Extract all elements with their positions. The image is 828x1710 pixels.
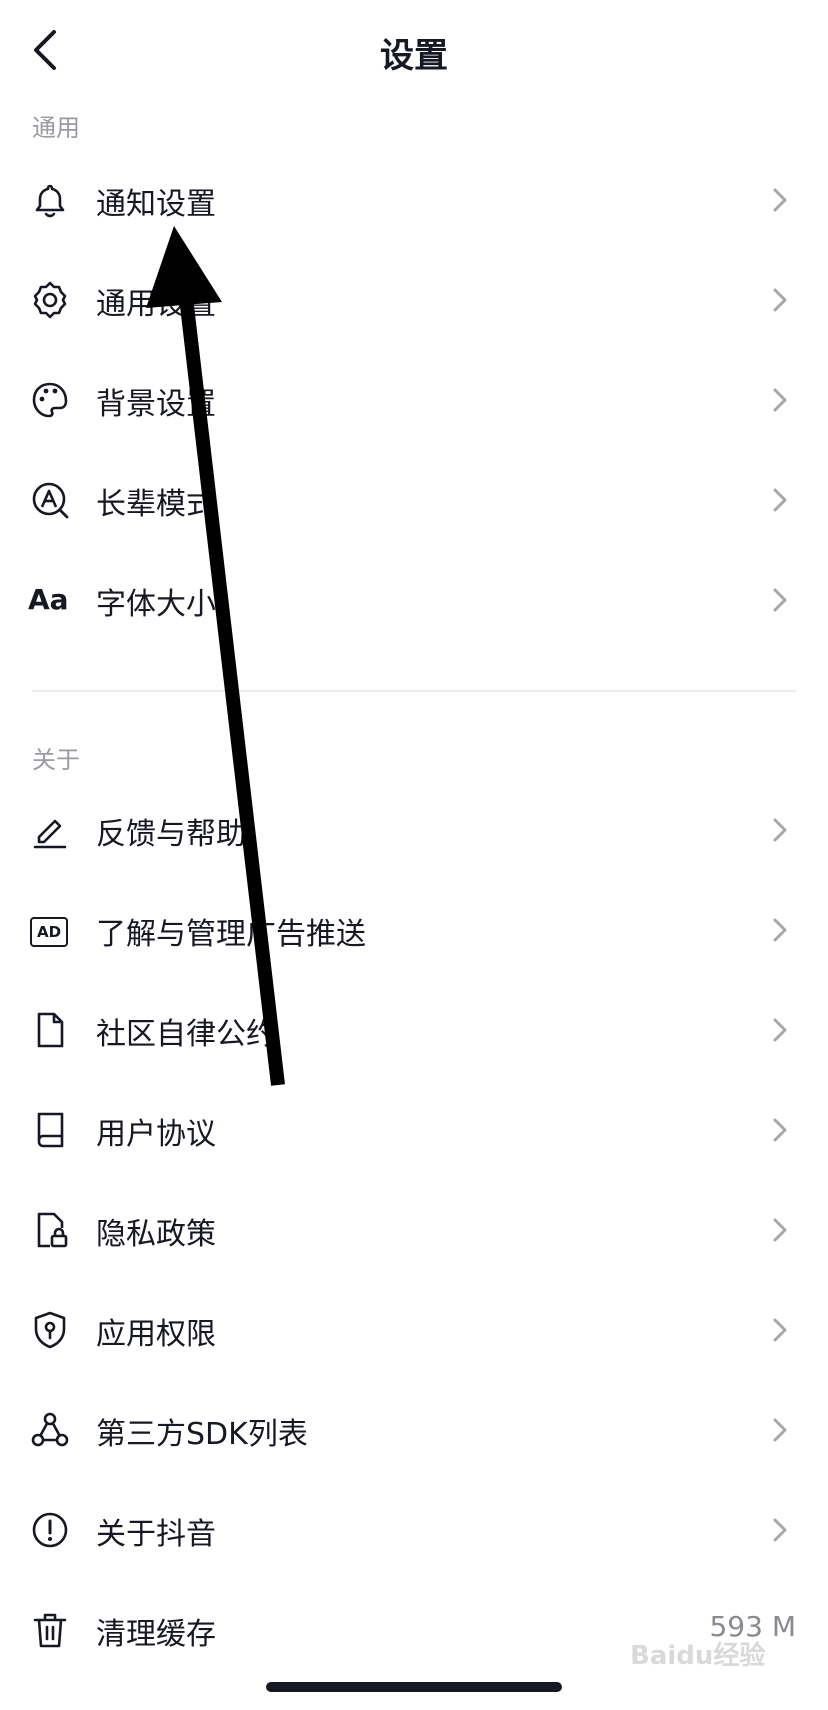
settings-item-third-party-sdk[interactable]: 第三方SDK列表 [0,1380,828,1480]
settings-item-label: 社区自律公约 [96,1017,276,1052]
settings-item-notifications[interactable]: 通知设置 [0,150,828,250]
settings-item-app-permissions[interactable]: 应用权限 [0,1280,828,1380]
font-size-icon: Aa [28,583,69,616]
chevron-right-icon [773,1218,787,1242]
settings-item-community-rules[interactable]: 社区自律公约 [0,980,828,1080]
settings-item-background[interactable]: 背景设置 [0,350,828,450]
chevron-right-icon [773,1318,787,1342]
settings-item-about-douyin[interactable]: 关于抖音 [0,1480,828,1580]
settings-item-feedback[interactable]: 反馈与帮助 [0,780,828,880]
settings-item-label: 了解与管理广告推送 [96,917,366,952]
shield-icon [34,1311,66,1349]
section-divider [32,690,796,692]
watermark-text: Baidu经验 [630,1641,766,1671]
chevron-right-icon [773,1118,787,1142]
settings-item-label: 通知设置 [96,187,216,222]
sdk-icon [31,1412,69,1447]
settings-item-label: 第三方SDK列表 [96,1417,308,1452]
settings-item-label: 应用权限 [96,1317,216,1352]
trash-icon [33,1613,67,1648]
elder-mode-icon [32,482,69,519]
section-title-general: 通用 [32,114,80,142]
gear-icon [33,281,67,319]
settings-item-ads[interactable]: AD 了解与管理广告推送 [0,880,828,980]
settings-item-privacy-policy[interactable]: 隐私政策 [0,1180,828,1280]
chevron-right-icon [773,818,787,842]
settings-item-general[interactable]: 通用设置 [0,250,828,350]
settings-item-label: 关于抖音 [96,1517,216,1552]
settings-item-label: 清理缓存 [96,1617,216,1652]
chevron-right-icon [773,588,787,612]
header-bar: 设置 [0,0,828,100]
page-title: 设置 [380,36,448,76]
section-title-about: 关于 [32,746,80,774]
book-icon [37,1112,64,1148]
ad-icon: AD [30,917,68,947]
settings-item-label: 反馈与帮助 [96,817,246,852]
chevron-right-icon [773,488,787,512]
document-icon [37,1012,64,1048]
chevron-right-icon [773,188,787,212]
settings-item-font-size[interactable]: Aa 字体大小 [0,550,828,650]
settings-item-label: 背景设置 [96,387,216,422]
chevron-right-icon [773,288,787,312]
chevron-right-icon [773,918,787,942]
settings-item-label: 用户协议 [96,1117,216,1152]
chevron-right-icon [773,1018,787,1042]
settings-item-elder-mode[interactable]: 长辈模式 [0,450,828,550]
bell-icon [35,184,65,218]
baidu-watermark: Baidu经验 [630,1636,790,1696]
settings-item-label: 隐私政策 [96,1217,216,1252]
settings-item-label: 通用设置 [96,287,216,322]
settings-item-label: 字体大小 [96,587,216,622]
chevron-right-icon [773,388,787,412]
pencil-icon [33,819,67,849]
settings-item-user-agreement[interactable]: 用户协议 [0,1080,828,1180]
home-indicator[interactable] [266,1682,562,1692]
palette-icon [32,382,68,418]
info-icon [32,1512,68,1548]
chevron-right-icon [773,1518,787,1542]
privacy-lock-icon [37,1212,68,1248]
settings-item-label: 长辈模式 [96,487,216,522]
chevron-right-icon [773,1418,787,1442]
